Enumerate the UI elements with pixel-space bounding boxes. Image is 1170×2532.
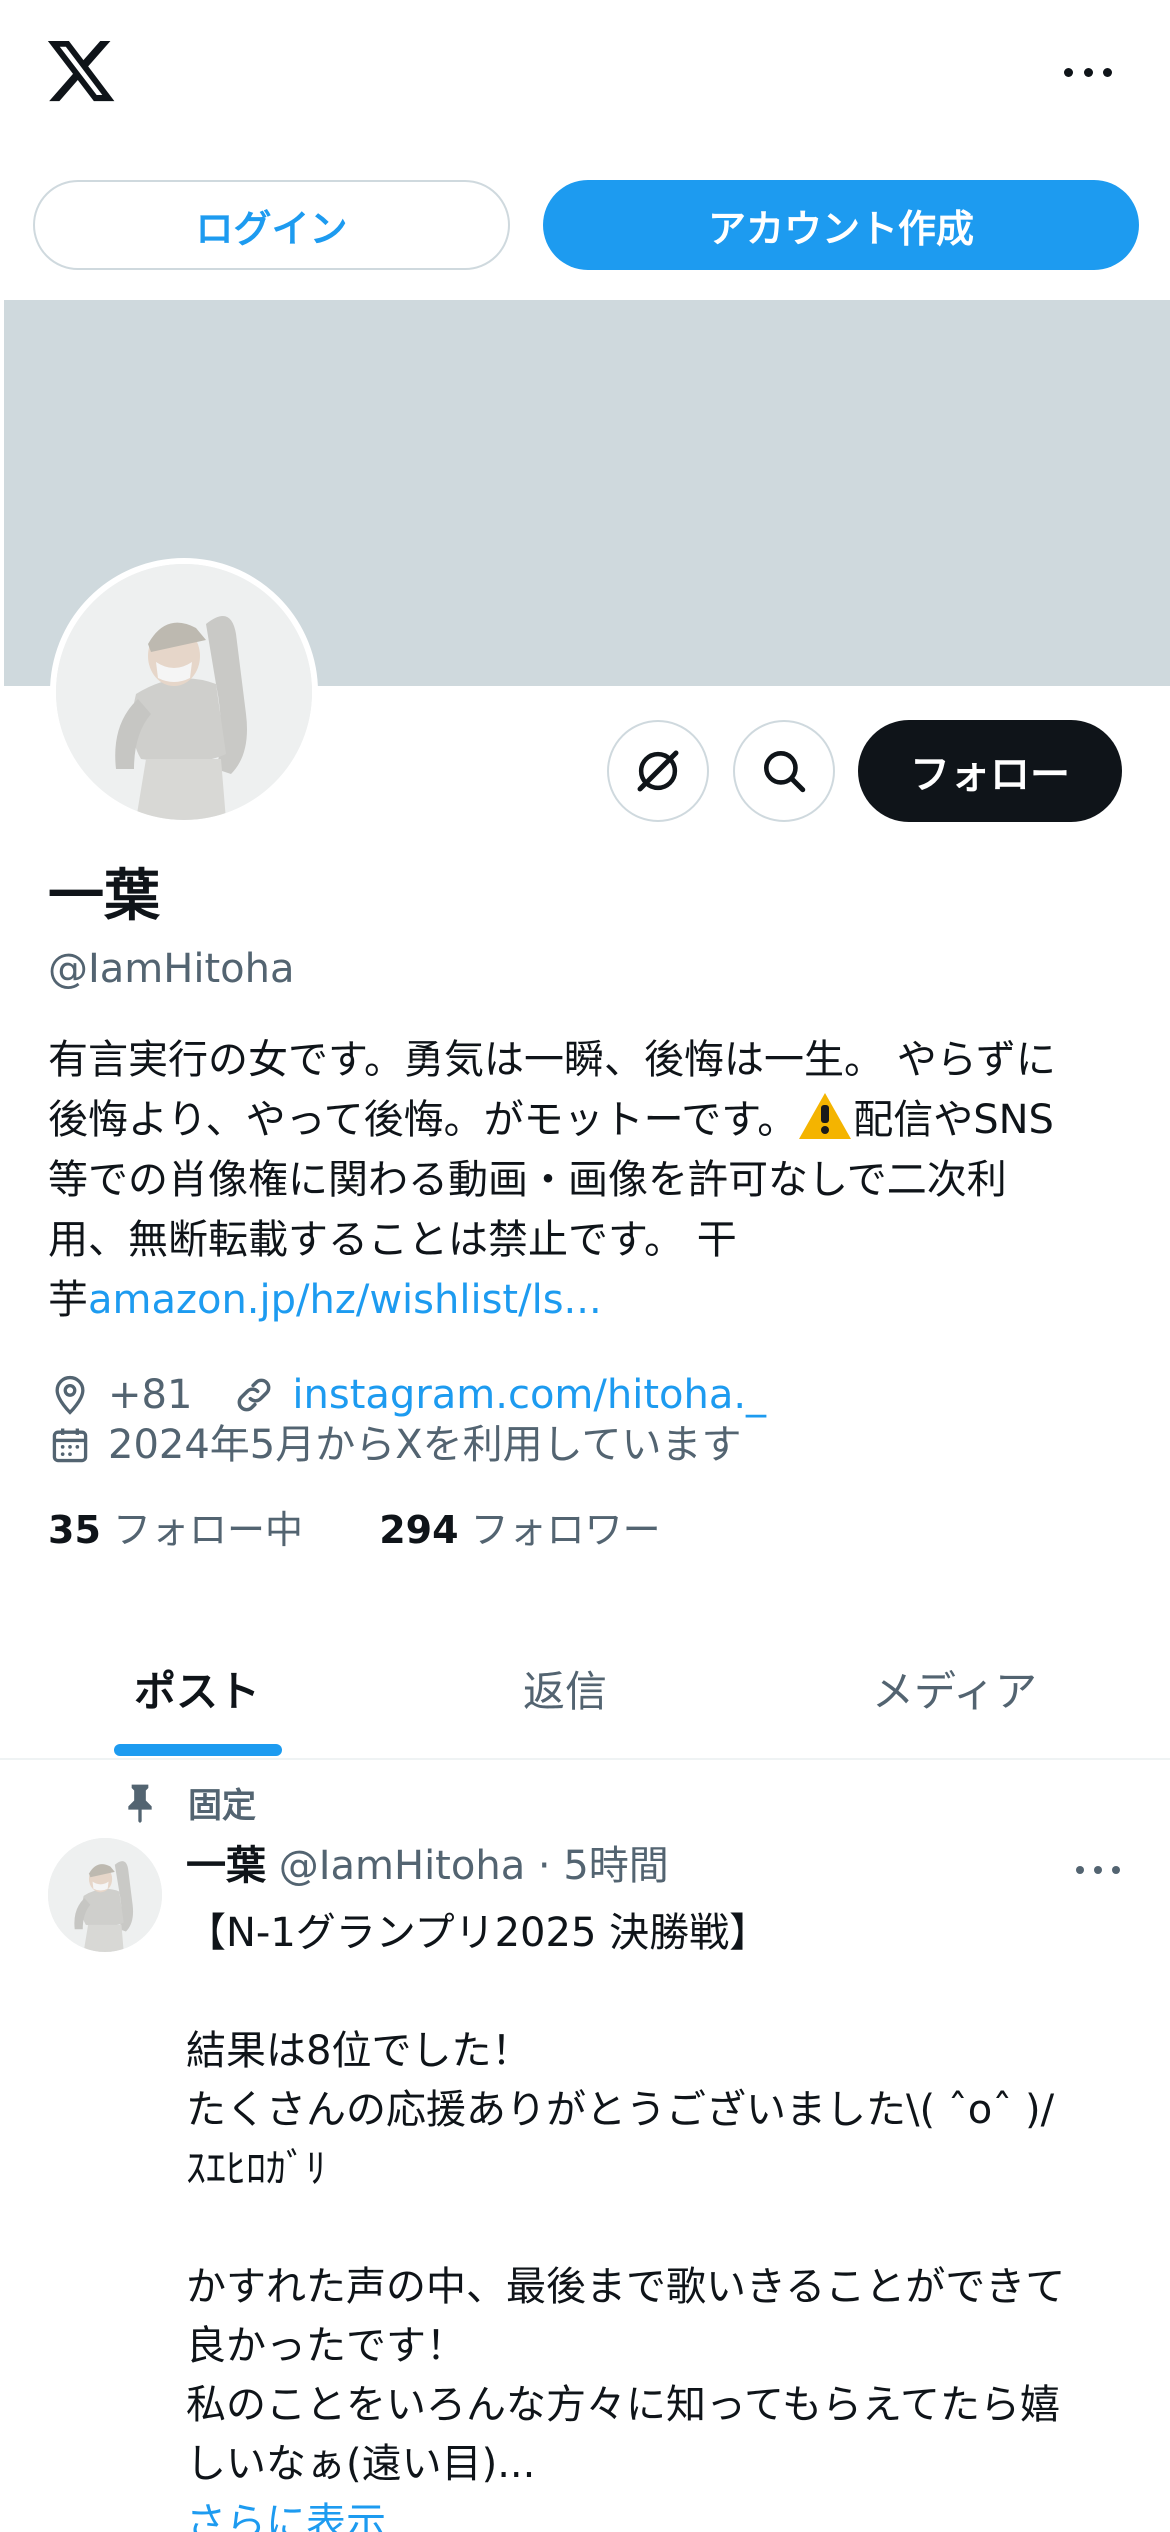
followers-count-link[interactable]: 294 フォロワー bbox=[379, 1508, 660, 1552]
tab-replies[interactable]: 返信 bbox=[523, 1658, 607, 1719]
pin-icon bbox=[128, 1784, 152, 1823]
pinned-label: 固定 bbox=[188, 1786, 256, 1826]
post-header: 一葉 @IamHitoha · 5時間 bbox=[186, 1838, 669, 1894]
post-line: 【N-1グランプリ2025 決勝戦】 bbox=[186, 1910, 770, 1956]
x-logo-icon[interactable] bbox=[44, 34, 118, 108]
location-icon bbox=[55, 1375, 85, 1415]
post-time[interactable]: 5時間 bbox=[563, 1843, 668, 1889]
profile-avatar[interactable] bbox=[50, 558, 318, 826]
profile-display-name: 一葉 bbox=[48, 864, 160, 929]
active-tab-indicator bbox=[114, 1744, 282, 1756]
post-line: ｽｴﾋﾛｶﾞﾘ bbox=[186, 2146, 326, 2192]
following-count-link[interactable]: 35 フォロー中 bbox=[48, 1508, 303, 1552]
post-avatar-photo-icon bbox=[48, 1838, 162, 1952]
tab-media[interactable]: メディア bbox=[872, 1658, 1037, 1719]
avatar-photo-icon bbox=[56, 564, 312, 820]
post-line: 私のことをいろんな方々に知ってもらえてたら嬉 bbox=[186, 2382, 1060, 2428]
more-options-icon[interactable] bbox=[1058, 52, 1118, 92]
profile-joined-row: 2024年5月からXを利用しています bbox=[48, 1420, 741, 1470]
post-author-avatar[interactable] bbox=[48, 1838, 162, 1952]
post-line: しいなぁ(遠い目)... bbox=[186, 2441, 536, 2487]
follow-counts: 35 フォロー中 294 フォロワー bbox=[48, 1505, 661, 1555]
create-account-button[interactable]: アカウント作成 bbox=[543, 180, 1139, 270]
bio-line: 芋amazon.jp/hz/wishlist/ls... bbox=[48, 1270, 1128, 1330]
followers-label: フォロワー bbox=[470, 1508, 661, 1552]
post-separator: · bbox=[537, 1843, 551, 1889]
following-count: 35 bbox=[48, 1508, 101, 1552]
profile-meta-row: +81 instagram.com/hitoha._ bbox=[48, 1370, 766, 1420]
post-line: たくさんの応援ありがとうございました\( ˆoˆ )/ bbox=[186, 2087, 1055, 2133]
bio-text: 配信やSNS bbox=[853, 1097, 1054, 1143]
profile-website-link[interactable]: instagram.com/hitoha._ bbox=[292, 1370, 766, 1420]
bio-line: 後悔より、やって後悔。がモットーです。 配信やSNS bbox=[48, 1090, 1128, 1150]
bio-line: 用、無断転載することは禁止です。 干 bbox=[48, 1217, 737, 1263]
post-line: 良かったです！ bbox=[186, 2323, 466, 2369]
post-author-name[interactable]: 一葉 bbox=[186, 1843, 266, 1889]
profile-location: +81 bbox=[108, 1372, 193, 1418]
show-more-link[interactable]: さらに表示 bbox=[186, 2494, 1146, 2532]
top-bar bbox=[0, 0, 1170, 150]
profile-joined-date: 2024年5月からXを利用しています bbox=[108, 1422, 742, 1468]
post-line: かすれた声の中、最後まで歌いきることができて bbox=[186, 2264, 1066, 2310]
post-author-handle[interactable]: @IamHitoha bbox=[279, 1843, 525, 1889]
search-icon bbox=[764, 751, 806, 793]
post-line: 結果は8位でした！ bbox=[186, 2028, 532, 2074]
warning-emoji-icon bbox=[799, 1093, 852, 1139]
tab-posts[interactable]: ポスト bbox=[134, 1658, 260, 1719]
link-icon bbox=[238, 1378, 271, 1412]
post-text[interactable]: 【N-1グランプリ2025 決勝戦】 結果は8位でした！ たくさんの応援ありがと… bbox=[186, 1904, 1146, 2532]
bio-line: 等での肖像権に関わる動画・画像を許可なしで二次利 bbox=[48, 1157, 1007, 1203]
wishlist-link[interactable]: amazon.jp/hz/wishlist/ls... bbox=[88, 1277, 602, 1323]
post-more-icon[interactable] bbox=[1076, 1860, 1120, 1880]
bio-text: 芋 bbox=[48, 1277, 88, 1323]
post-line bbox=[186, 1963, 1146, 2022]
grok-icon bbox=[637, 750, 679, 792]
calendar-icon bbox=[52, 1428, 88, 1463]
bio-text: 後悔より、やって後悔。がモットーです。 bbox=[48, 1097, 798, 1143]
follow-button[interactable]: フォロー bbox=[858, 720, 1122, 822]
grok-button[interactable] bbox=[607, 720, 709, 822]
bio-line: 有言実行の女です。勇気は一瞬、後悔は一生。 やらずに bbox=[48, 1037, 1056, 1083]
profile-handle: @IamHitoha bbox=[48, 946, 295, 992]
profile-tabs: ポスト 返信 メディア bbox=[0, 1620, 1170, 1760]
login-button[interactable]: ログイン bbox=[33, 180, 510, 270]
pinned-indicator: 固定 bbox=[120, 1778, 256, 1827]
following-label: フォロー中 bbox=[112, 1508, 303, 1552]
post-line bbox=[186, 2199, 1146, 2258]
followers-count: 294 bbox=[379, 1508, 459, 1552]
profile-bio: 有言実行の女です。勇気は一瞬、後悔は一生。 やらずに 後悔より、やって後悔。がモ… bbox=[48, 1030, 1128, 1330]
search-profile-button[interactable] bbox=[733, 720, 835, 822]
